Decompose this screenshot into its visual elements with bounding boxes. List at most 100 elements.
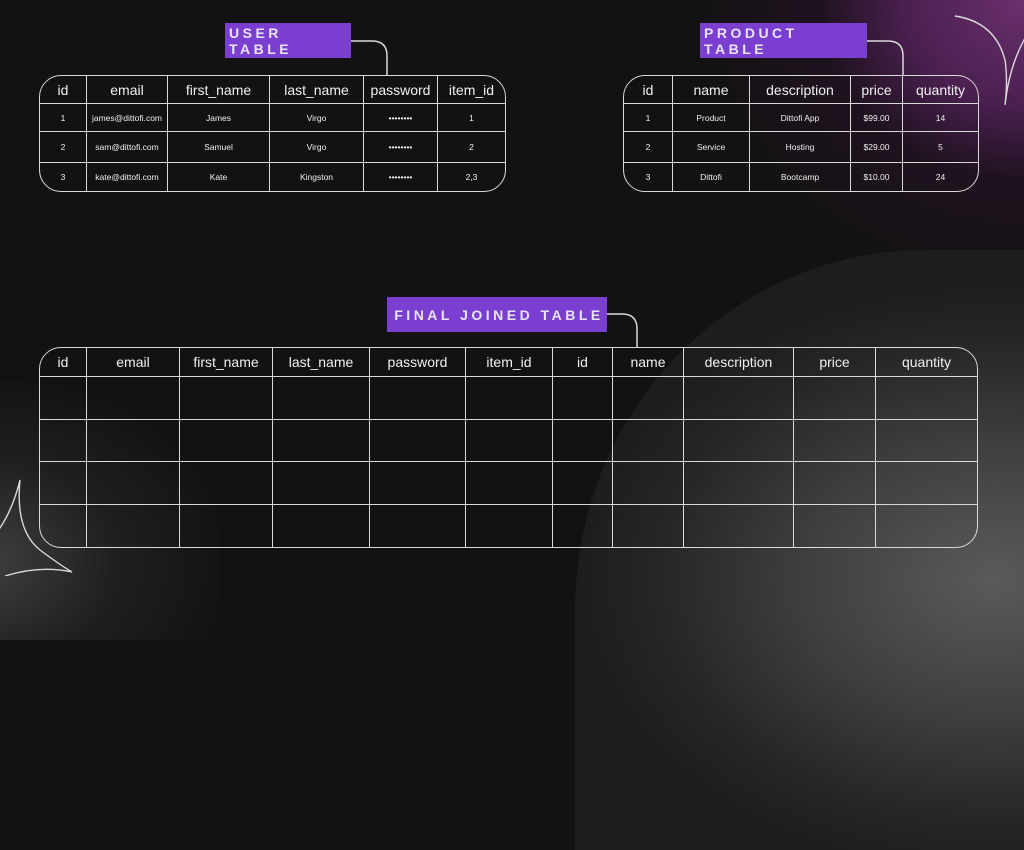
table-cell: Product [673, 104, 750, 132]
table-cell [273, 420, 370, 462]
column-header: password [370, 348, 466, 377]
table-cell: Samuel [168, 132, 270, 163]
table-cell [273, 377, 370, 420]
table-cell: $10.00 [851, 163, 903, 191]
table-cell: Virgo [270, 104, 364, 132]
table-cell [553, 462, 613, 505]
column-header: last_name [273, 348, 370, 377]
column-header: quantity [903, 76, 978, 104]
table-cell [180, 377, 273, 420]
table-cell [794, 462, 876, 505]
table-cell [40, 377, 87, 420]
table-cell [684, 420, 794, 462]
column-header: description [684, 348, 794, 377]
table-cell: Bootcamp [750, 163, 851, 191]
joined-table-connector [607, 313, 638, 347]
user-table: id email first_name last_name password item_i… [39, 75, 506, 192]
column-header: first_name [180, 348, 273, 377]
table-cell [273, 505, 370, 547]
table-cell [87, 462, 180, 505]
table-cell: james@dittofi.com [87, 104, 168, 132]
table-cell: 1 [624, 104, 673, 132]
table-cell [876, 420, 977, 462]
table-cell [370, 420, 466, 462]
table-cell: 24 [935, 172, 946, 182]
table-cell [553, 505, 613, 547]
column-header: id [40, 348, 87, 377]
table-cell: kate@dittofi.com [87, 163, 168, 191]
table-cell [40, 462, 87, 505]
column-header: price [851, 76, 903, 104]
column-header: id [40, 76, 87, 104]
table-cell [684, 505, 794, 547]
user-table-connector [351, 40, 388, 75]
table-cell [370, 462, 466, 505]
table-cell [553, 377, 613, 420]
table-cell [87, 377, 180, 420]
table-cell: •••••••• [364, 104, 438, 132]
table-cell: 2 [438, 132, 505, 163]
table-cell [87, 420, 180, 462]
table-cell: Dittofi App [750, 104, 851, 132]
table-cell [794, 505, 876, 547]
table-cell [466, 505, 553, 547]
table-cell [684, 462, 794, 505]
table-cell: $99.00 [851, 104, 903, 132]
column-header: price [794, 348, 876, 377]
column-header: description [750, 76, 851, 104]
table-cell [876, 505, 977, 547]
column-header: id [624, 76, 673, 104]
table-cell [613, 377, 684, 420]
table-cell: sam@dittofi.com [87, 132, 168, 163]
table-cell: 2 [624, 132, 673, 163]
table-cell: $29.00 [851, 132, 903, 163]
table-cell [613, 462, 684, 505]
table-cell: 14 [903, 104, 978, 132]
table-cell: •••••••• [364, 163, 438, 191]
product-table: id name description price quantity 1 Product Di… [623, 75, 979, 192]
table-cell: 3 [624, 163, 673, 191]
product-table-connector [867, 40, 904, 75]
table-cell [553, 420, 613, 462]
table-cell: Virgo [270, 132, 364, 163]
table-cell [613, 505, 684, 547]
table-cell [180, 420, 273, 462]
user-table-label: USER TABLE [225, 23, 351, 58]
column-header: first_name [168, 76, 270, 104]
table-cell [180, 462, 273, 505]
column-header: item_id [466, 348, 553, 377]
table-cell [794, 377, 876, 420]
table-cell: 2 [40, 132, 87, 163]
table-cell: 3 [40, 163, 87, 191]
table-cell: 2,3 [465, 172, 478, 182]
column-header: email [87, 348, 180, 377]
table-cell [370, 377, 466, 420]
table-cell [466, 462, 553, 505]
table-cell [40, 420, 87, 462]
column-header: name [673, 76, 750, 104]
table-cell [466, 377, 553, 420]
table-cell: Kate [168, 163, 270, 191]
table-cell [273, 462, 370, 505]
column-header: id [553, 348, 613, 377]
joined-table: id email first_name last_name password item_i… [39, 347, 978, 548]
column-header: item_id [438, 76, 505, 104]
table-cell: 1 [438, 104, 505, 132]
table-cell: 5 [903, 132, 978, 163]
table-cell: 1 [40, 104, 87, 132]
table-cell: Hosting [750, 132, 851, 163]
table-cell [180, 505, 273, 547]
grey-blob [575, 250, 1024, 850]
table-cell: Dittofi [673, 163, 750, 191]
table-cell [876, 377, 977, 420]
joined-table-label: FINAL JOINED TABLE [387, 297, 607, 332]
column-header: password [364, 76, 438, 104]
column-header: email [87, 76, 168, 104]
table-cell [466, 420, 553, 462]
product-table-label: PRODUCT TABLE [700, 23, 867, 58]
table-cell [87, 505, 180, 547]
table-cell [613, 420, 684, 462]
table-cell [794, 420, 876, 462]
table-cell: Service [673, 132, 750, 163]
table-cell [40, 505, 87, 547]
